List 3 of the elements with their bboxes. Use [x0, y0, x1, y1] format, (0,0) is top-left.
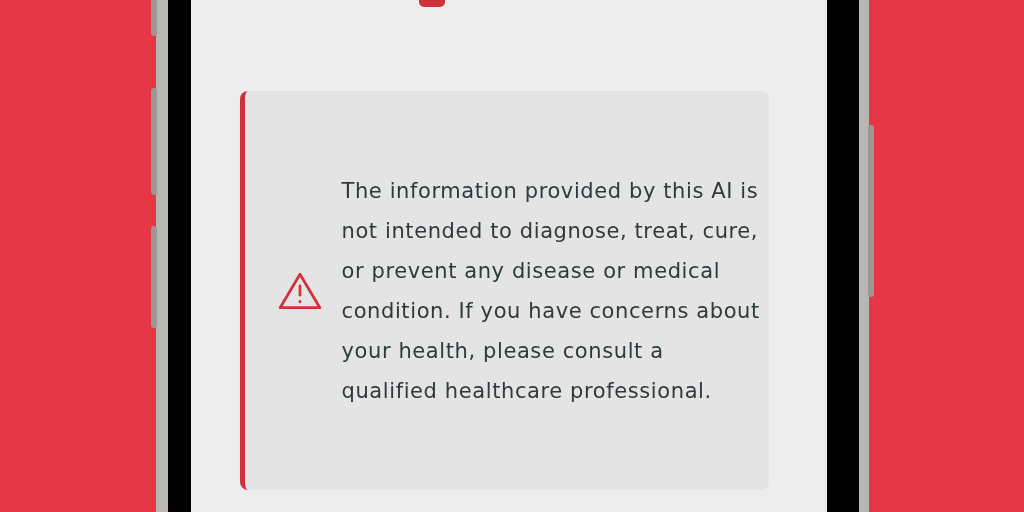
warning-icon	[276, 270, 323, 311]
top-tab-mark	[418, 0, 445, 7]
disclaimer-text: The information provided by this AI is not intended to diagnose, treat, cure, or prevent any disease or medical condition. If you have concerns about your health, please consult a qualified healthcare professional.	[341, 177, 761, 405]
